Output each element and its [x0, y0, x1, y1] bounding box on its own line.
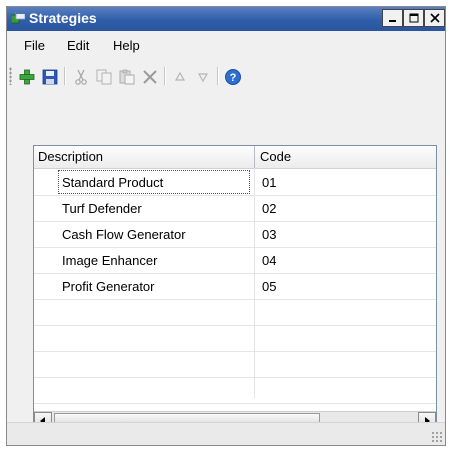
strategies-list[interactable]: Description Code Standard Product 01 Tur… — [33, 145, 437, 431]
minimize-icon — [388, 20, 396, 22]
toolbar-separator — [217, 67, 219, 85]
minimize-button[interactable] — [382, 9, 403, 27]
list-header: Description Code — [34, 146, 436, 169]
empty-row[interactable] — [34, 351, 436, 378]
row-description: Turf Defender — [62, 201, 142, 216]
copy-icon — [96, 69, 112, 85]
row-code: 03 — [262, 227, 277, 242]
row-description: Image Enhancer — [62, 253, 158, 268]
toolbar-separator — [164, 67, 166, 85]
empty-row[interactable] — [34, 325, 436, 352]
empty-row[interactable] — [34, 299, 436, 326]
toolbar-grip[interactable] — [9, 67, 12, 85]
window-title: Strategies — [29, 10, 97, 26]
close-button[interactable] — [424, 9, 445, 27]
row-code: 04 — [262, 253, 277, 268]
status-bar — [7, 422, 445, 445]
cut-icon — [75, 69, 87, 85]
add-button[interactable] — [17, 67, 37, 87]
save-icon — [42, 69, 58, 85]
menu-edit[interactable]: Edit — [67, 38, 89, 53]
svg-text:?: ? — [230, 72, 237, 84]
menu-help[interactable]: Help — [113, 38, 140, 53]
row-description: Cash Flow Generator — [62, 227, 186, 242]
paste-button[interactable] — [117, 67, 137, 87]
delete-icon — [143, 70, 157, 84]
delete-button[interactable] — [140, 67, 160, 87]
row-description: Profit Generator — [62, 279, 155, 294]
row-code: 05 — [262, 279, 277, 294]
close-icon — [429, 13, 440, 23]
toolbar: ? — [7, 63, 445, 89]
help-icon: ? — [225, 69, 241, 85]
menu-bar: File Edit Help — [7, 35, 445, 57]
list-row[interactable]: Standard Product 01 — [34, 169, 436, 196]
list-row[interactable]: Cash Flow Generator 03 — [34, 221, 436, 248]
list-row[interactable]: Image Enhancer 04 — [34, 247, 436, 274]
cut-button[interactable] — [71, 67, 91, 87]
list-row[interactable]: Profit Generator 05 — [34, 273, 436, 300]
move-up-button[interactable] — [170, 67, 190, 87]
maximize-button[interactable] — [403, 9, 424, 27]
title-bar[interactable]: Strategies — [7, 7, 445, 31]
column-header-description[interactable]: Description — [38, 149, 103, 164]
add-icon — [19, 69, 35, 85]
copy-button[interactable] — [94, 67, 114, 87]
move-up-icon — [174, 71, 186, 81]
empty-row[interactable] — [34, 377, 436, 404]
move-down-button[interactable] — [193, 67, 213, 87]
strategies-window: Strategies File Edit Help ? Description … — [6, 6, 446, 446]
row-code: 01 — [262, 175, 277, 190]
toolbar-separator — [64, 67, 66, 85]
row-code: 02 — [262, 201, 277, 216]
help-button[interactable]: ? — [223, 67, 243, 87]
list-row[interactable]: Turf Defender 02 — [34, 195, 436, 222]
row-description: Standard Product — [62, 175, 164, 190]
app-icon — [11, 12, 25, 24]
column-header-code[interactable]: Code — [260, 149, 291, 164]
maximize-icon — [409, 13, 418, 23]
move-down-icon — [197, 73, 209, 83]
save-button[interactable] — [40, 67, 60, 87]
window-controls — [382, 9, 445, 29]
paste-icon — [119, 69, 135, 85]
column-divider[interactable] — [254, 146, 255, 168]
resize-grip[interactable] — [431, 431, 443, 443]
menu-file[interactable]: File — [24, 38, 45, 53]
